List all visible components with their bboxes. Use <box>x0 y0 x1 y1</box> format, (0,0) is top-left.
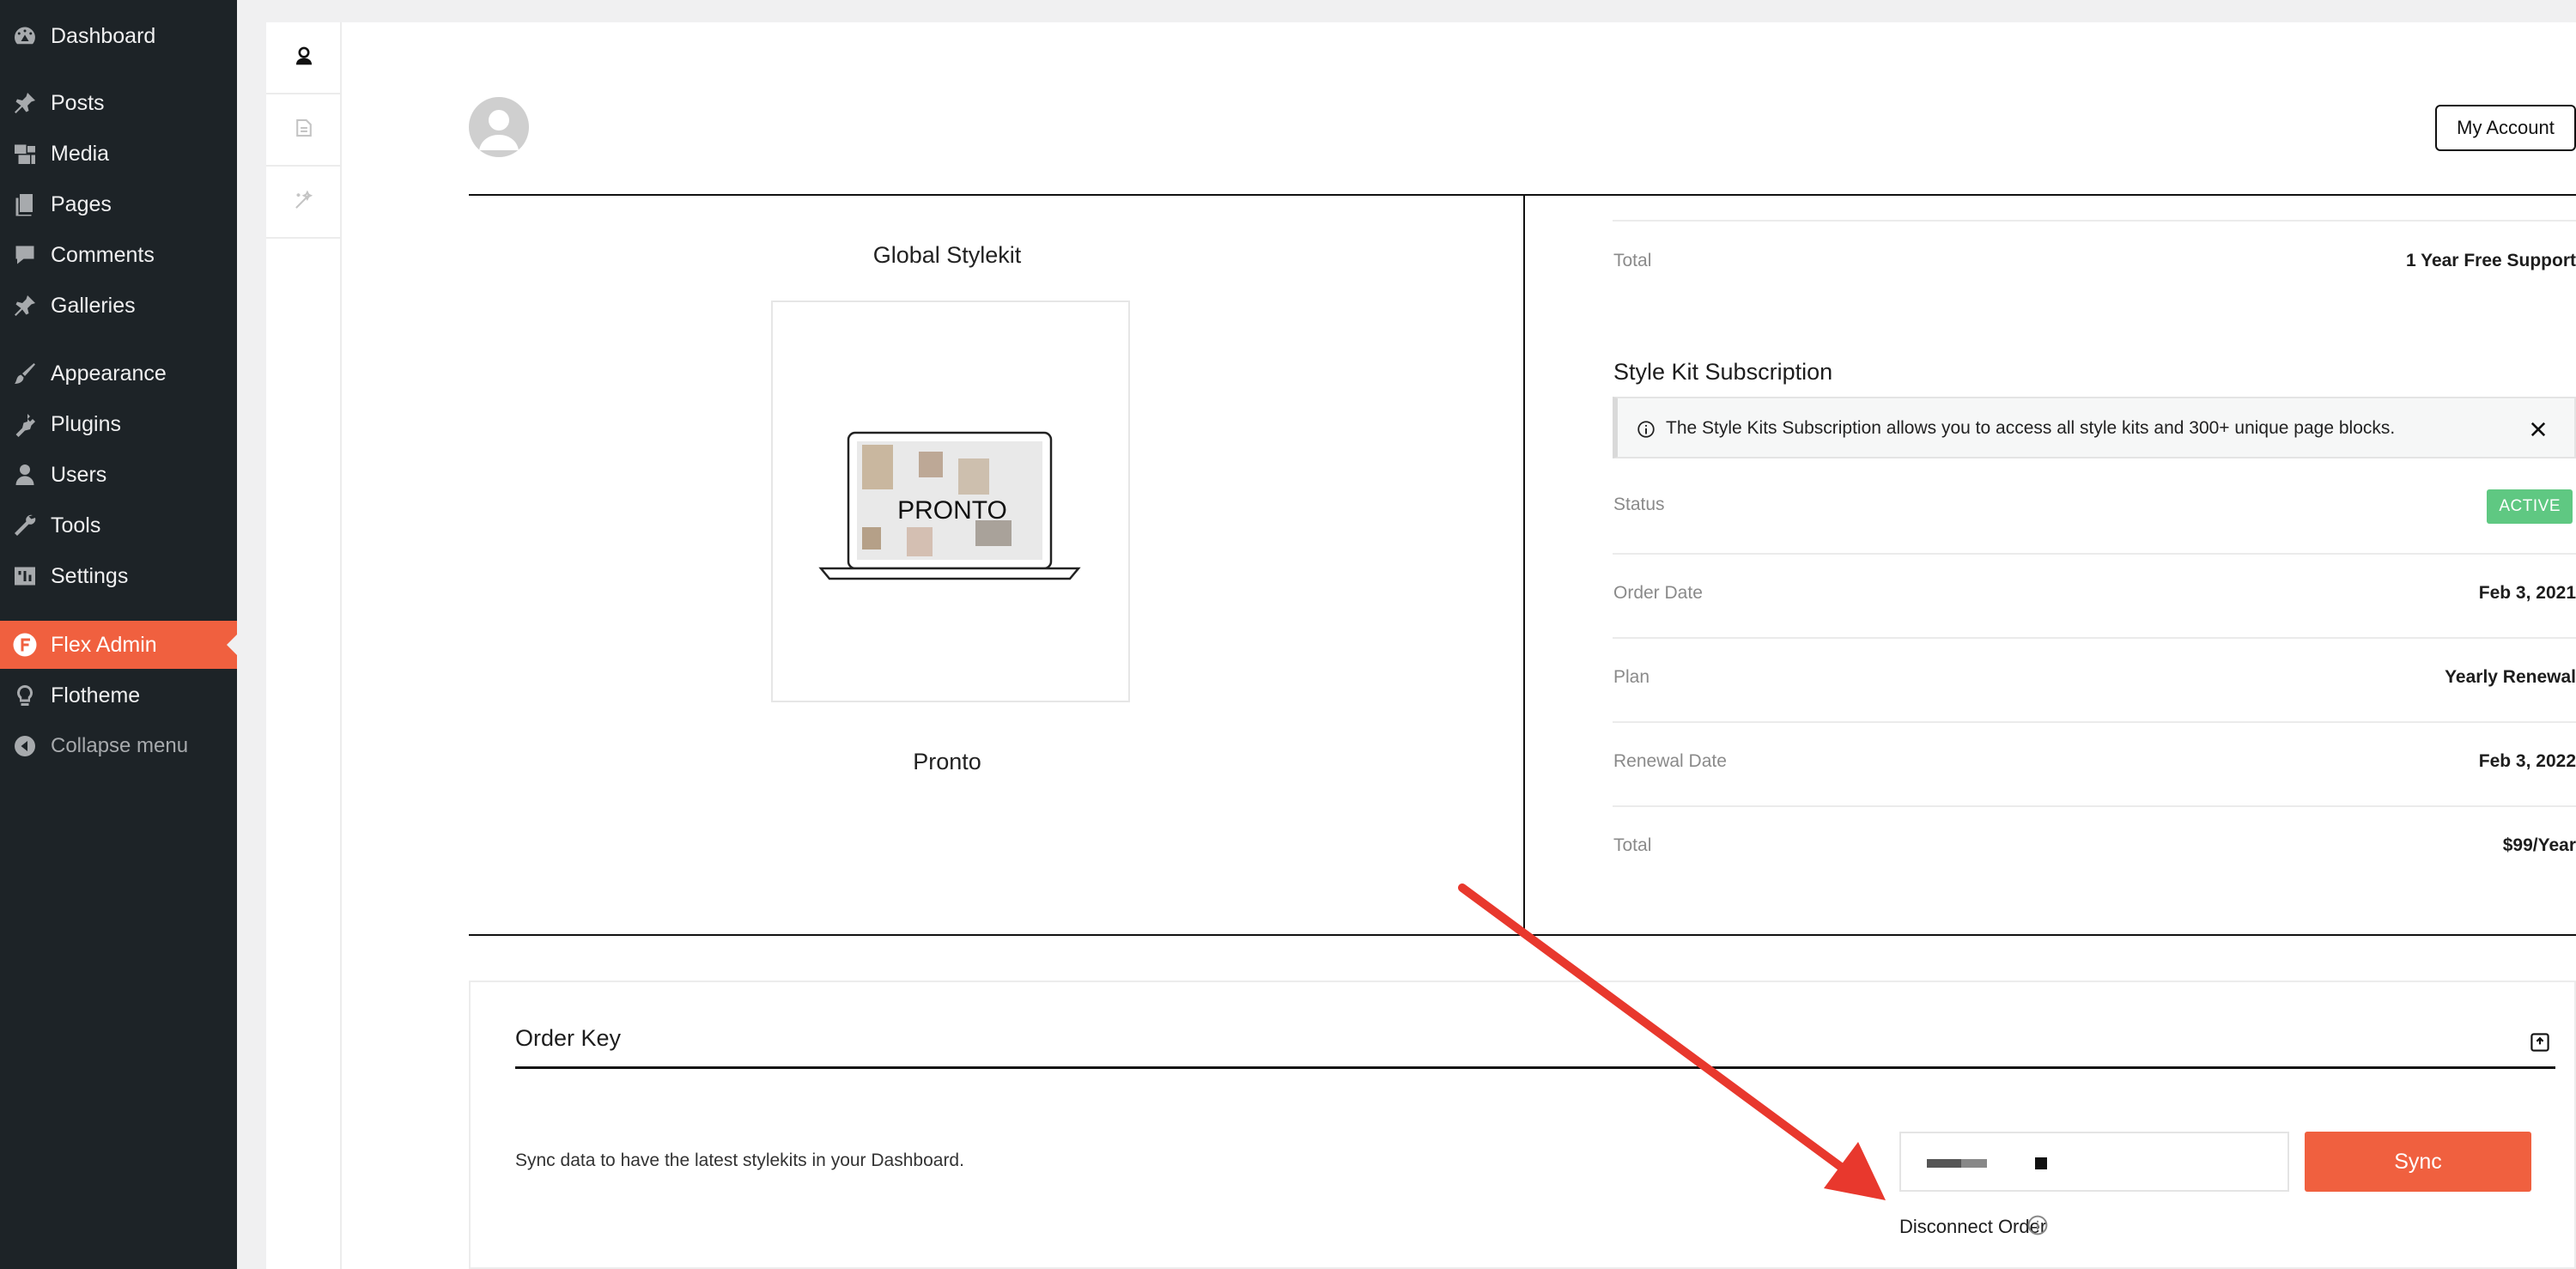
subscription-total-label: Total <box>1613 835 1652 855</box>
sidebar-item-label: Comments <box>51 242 155 267</box>
order-key-title: Order Key <box>515 1025 622 1051</box>
sidebar-item-label: Users <box>51 462 107 487</box>
row-divider <box>1613 721 2576 723</box>
laptop-preview-image: PRONTO <box>818 431 1081 580</box>
masked-key-segment <box>1927 1159 1961 1168</box>
pages-icon <box>10 190 39 219</box>
my-account-button[interactable]: My Account <box>2435 105 2576 151</box>
sidebar-item-label: Dashboard <box>51 23 156 48</box>
sidebar-item-label: Flex Admin <box>51 632 157 657</box>
sidebar-item-label: Collapse menu <box>51 734 189 757</box>
sidebar-item-dashboard[interactable]: Dashboard <box>0 12 237 60</box>
order-key-input[interactable] <box>1899 1132 2289 1192</box>
header-divider <box>469 194 2576 196</box>
status-label: Status <box>1613 495 1665 514</box>
wrench-icon <box>10 511 39 540</box>
sidebar-item-label: Galleries <box>51 293 136 318</box>
media-icon <box>10 139 39 168</box>
sidebar-item-galleries[interactable]: Galleries <box>0 282 237 330</box>
sidebar-item-users[interactable]: Users <box>0 451 237 499</box>
masked-key-segment <box>1961 1159 1987 1168</box>
sidebar-item-label: Plugins <box>51 411 121 436</box>
preview-logo-text: PRONTO <box>897 496 1007 525</box>
order-key-panel: Order Key Sync data to have the latest s… <box>469 981 2576 1269</box>
sidebar-item-label: Tools <box>51 513 101 537</box>
column-divider <box>1523 195 1525 935</box>
renewal-date-value: Feb 3, 2022 <box>2478 751 2576 771</box>
support-total-value: 1 Year Free Support <box>2405 251 2576 270</box>
sidebar-item-flotheme[interactable]: Flotheme <box>0 671 237 720</box>
comment-icon <box>10 240 39 270</box>
sidebar-item-settings[interactable]: Settings <box>0 552 237 600</box>
tab-tools[interactable] <box>266 167 342 239</box>
sidebar-item-tools[interactable]: Tools <box>0 501 237 549</box>
layout-icon <box>293 117 315 143</box>
dashboard-icon <box>10 21 39 51</box>
sidebar-item-label: Posts <box>51 90 105 115</box>
support-total-label: Total <box>1613 251 1652 270</box>
sidebar-item-label: Settings <box>51 563 129 588</box>
status-badge: ACTIVE <box>2487 489 2573 524</box>
user-icon <box>10 460 39 489</box>
magic-wand-icon <box>293 189 315 216</box>
external-link-icon[interactable] <box>2530 1032 2550 1053</box>
sidebar-item-plugins[interactable]: Plugins <box>0 400 237 448</box>
pin-icon <box>10 291 39 320</box>
masked-key-segment <box>2035 1157 2047 1169</box>
stylekit-card[interactable]: PRONTO <box>771 301 1130 702</box>
settings-icon <box>10 562 39 591</box>
order-key-divider <box>515 1066 2555 1069</box>
person-icon <box>293 45 315 71</box>
flex-admin-tab-rail <box>266 22 342 1269</box>
subscription-total-value: $99/Year <box>2502 835 2576 855</box>
main-panel: My Account Global Stylekit PRONTO Pronto… <box>342 22 2576 1269</box>
active-indicator <box>227 634 237 655</box>
row-divider <box>1613 805 2576 807</box>
row-divider <box>1613 553 2576 555</box>
order-date-label: Order Date <box>1613 583 1703 603</box>
plug-icon <box>10 410 39 439</box>
collapse-icon <box>10 732 39 761</box>
sync-button[interactable]: Sync <box>2305 1132 2531 1192</box>
collapse-menu-button[interactable]: Collapse menu <box>0 722 237 770</box>
info-icon <box>1637 421 1655 438</box>
disconnect-order-link[interactable]: Disconnect Order <box>1899 1216 2046 1238</box>
pin-icon <box>10 88 39 118</box>
sidebar-item-media[interactable]: Media <box>0 130 237 178</box>
flex-logo-icon <box>10 630 39 659</box>
order-key-description: Sync data to have the latest stylekits i… <box>515 1151 964 1170</box>
order-date-value: Feb 3, 2021 <box>2478 583 2576 603</box>
sidebar-item-pages[interactable]: Pages <box>0 180 237 228</box>
info-icon[interactable] <box>2026 1214 2049 1236</box>
close-icon[interactable] <box>2528 419 2549 440</box>
sidebar-item-label: Media <box>51 141 110 166</box>
sidebar-item-posts[interactable]: Posts <box>0 79 237 127</box>
avatar[interactable] <box>469 97 529 157</box>
plan-value: Yearly Renewal <box>2445 667 2576 687</box>
brush-icon <box>10 359 39 388</box>
sidebar-item-comments[interactable]: Comments <box>0 231 237 279</box>
renewal-date-label: Renewal Date <box>1613 751 1727 771</box>
sidebar-item-label: Pages <box>51 191 112 216</box>
sidebar-item-flex-admin[interactable]: Flex Admin <box>0 621 237 669</box>
stylekit-heading: Global Stylekit <box>872 242 1022 268</box>
sidebar-item-label: Flotheme <box>51 683 141 707</box>
tab-account[interactable] <box>266 22 342 94</box>
sidebar-item-appearance[interactable]: Appearance <box>0 349 237 398</box>
row-divider <box>1613 220 2576 222</box>
notice-text: The Style Kits Subscription allows you t… <box>1666 418 2396 438</box>
admin-sidebar: Dashboard Posts Media Pages Comments Gal… <box>0 0 237 1269</box>
subscription-title: Style Kit Subscription <box>1613 359 1833 385</box>
avatar-placeholder-icon <box>479 110 519 150</box>
tab-layouts[interactable] <box>266 94 342 167</box>
content-divider <box>469 934 2576 936</box>
bulb-icon <box>10 681 39 710</box>
subscription-notice: The Style Kits Subscription allows you t… <box>1613 397 2576 458</box>
plan-label: Plan <box>1613 667 1650 687</box>
sidebar-item-label: Appearance <box>51 361 167 386</box>
stylekit-name: Pronto <box>913 749 981 774</box>
row-divider <box>1613 637 2576 639</box>
